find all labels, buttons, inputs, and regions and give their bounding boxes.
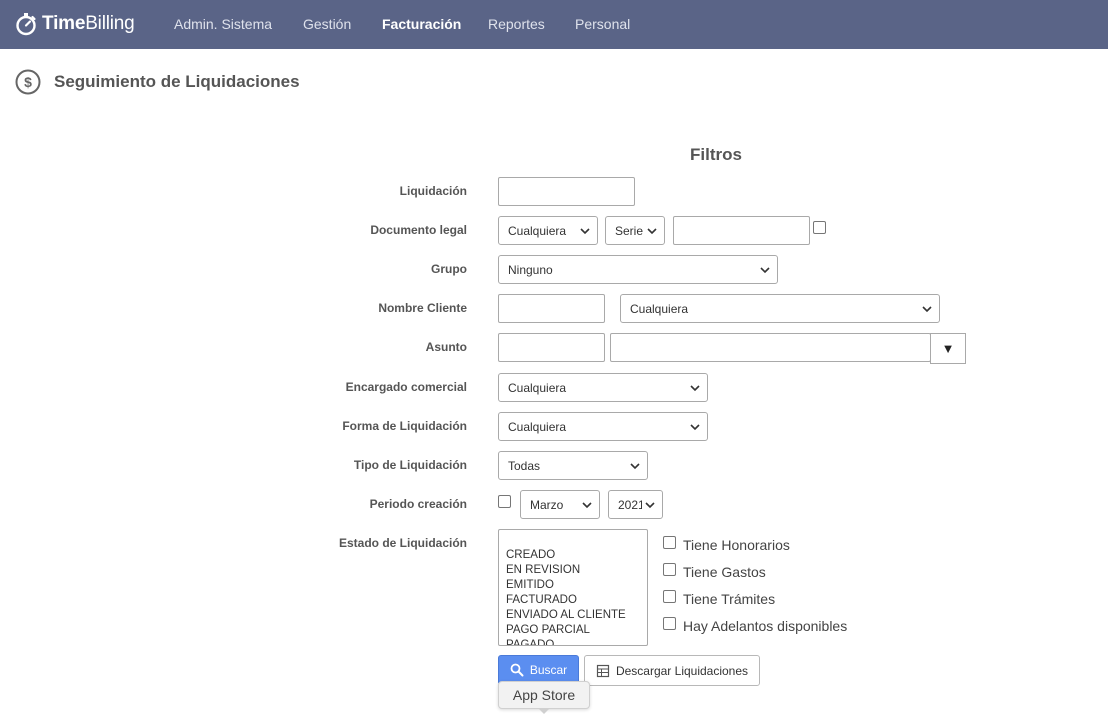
page-title: Seguimiento de Liquidaciones <box>54 72 300 91</box>
estado-liquidacion-listbox[interactable]: CREADO EN REVISION EMITIDO FACTURADO ENV… <box>498 529 648 646</box>
app-store-tooltip: App Store <box>498 681 590 709</box>
stopwatch-icon <box>16 13 36 36</box>
descargar-label: Descargar Liquidaciones <box>615 663 749 678</box>
page-header: $ Seguimiento de Liquidaciones <box>15 68 300 96</box>
encargado-comercial-value: Cualquiera <box>508 380 567 395</box>
caret-down-icon: ▼ <box>941 341 955 356</box>
periodo-anio-value: 2021 <box>618 497 642 512</box>
tipo-liquidacion-value: Todas <box>508 458 541 473</box>
listbox-option[interactable]: FACTURADO <box>506 593 647 608</box>
documento-serie-value: Serie <box>615 223 644 238</box>
chevron-down-icon <box>582 502 592 509</box>
cliente-select[interactable]: Cualquiera <box>620 294 940 323</box>
tiene-tramites-label: Tiene Trámites <box>683 591 776 607</box>
documento-serie-select[interactable]: Serie <box>605 216 665 245</box>
liquidacion-input[interactable] <box>498 177 635 206</box>
chevron-down-icon <box>690 424 700 431</box>
tiene-honorarios-checkbox[interactable] <box>663 536 676 549</box>
listbox-option[interactable]: ENVIADO AL CLIENTE <box>506 608 647 623</box>
chevron-down-icon <box>690 385 700 392</box>
asunto-dropdown-button[interactable]: ▼ <box>930 333 966 364</box>
documento-legal-label: Documento legal <box>370 223 467 237</box>
periodo-mes-value: Marzo <box>530 497 564 512</box>
hay-adelantos-checkbox[interactable] <box>663 617 676 630</box>
listbox-option[interactable]: PAGO PARCIAL <box>506 623 647 638</box>
nav-gestion[interactable]: Gestión <box>303 16 351 32</box>
encargado-comercial-select[interactable]: Cualquiera <box>498 373 708 402</box>
encargado-comercial-label: Encargado comercial <box>345 380 467 394</box>
svg-text:$: $ <box>24 74 32 90</box>
logo-text: TimeBilling <box>42 13 135 34</box>
tiene-tramites-checkbox[interactable] <box>663 590 676 603</box>
chevron-down-icon <box>922 306 932 313</box>
documento-tipo-value: Cualquiera <box>508 223 567 238</box>
tooltip-tail <box>538 708 550 714</box>
periodo-creacion-checkbox[interactable] <box>498 495 511 508</box>
spreadsheet-icon <box>596 664 610 677</box>
nav-facturacion[interactable]: Facturación <box>382 16 461 32</box>
asunto-codigo-input[interactable] <box>498 333 605 362</box>
asunto-input[interactable] <box>610 333 931 362</box>
listbox-option[interactable]: EMITIDO <box>506 578 647 593</box>
grupo-select[interactable]: Ninguno <box>498 255 778 284</box>
listbox-option[interactable]: PAGADO <box>506 638 647 645</box>
tooltip-text: App Store <box>512 687 576 703</box>
periodo-creacion-label: Periodo creación <box>369 497 467 511</box>
app-logo[interactable]: TimeBilling <box>15 11 135 37</box>
asunto-label: Asunto <box>425 340 467 354</box>
listbox-option[interactable]: EN REVISION <box>506 563 647 578</box>
chevron-down-icon <box>630 463 640 470</box>
periodo-anio-select[interactable]: 2021 <box>608 490 663 519</box>
chevron-down-icon <box>580 228 590 235</box>
nav-admin-sistema[interactable]: Admin. Sistema <box>174 16 272 32</box>
buscar-label: Buscar <box>529 663 568 677</box>
documento-checkbox[interactable] <box>813 221 826 234</box>
tipo-liquidacion-select[interactable]: Todas <box>498 451 648 480</box>
nav-reportes[interactable]: Reportes <box>488 16 545 32</box>
periodo-mes-select[interactable]: Marzo <box>520 490 600 519</box>
forma-liquidacion-value: Cualquiera <box>508 419 567 434</box>
dollar-circle-icon: $ <box>15 69 41 95</box>
chevron-down-icon <box>645 502 655 509</box>
forma-liquidacion-label: Forma de Liquidación <box>342 419 467 433</box>
chevron-down-icon <box>647 228 657 235</box>
top-navbar: TimeBilling Admin. Sistema Gestión Factu… <box>0 0 1108 49</box>
hay-adelantos-label: Hay Adelantos disponibles <box>683 618 848 634</box>
grupo-label: Grupo <box>431 262 467 276</box>
tiene-honorarios-label: Tiene Honorarios <box>683 537 790 553</box>
tiene-gastos-checkbox[interactable] <box>663 563 676 576</box>
tipo-liquidacion-label: Tipo de Liquidación <box>353 458 467 472</box>
liquidacion-label: Liquidación <box>399 184 467 198</box>
cliente-codigo-input[interactable] <box>498 294 605 323</box>
nombre-cliente-label: Nombre Cliente <box>378 301 467 315</box>
cliente-value: Cualquiera <box>630 301 689 316</box>
tiene-gastos-label: Tiene Gastos <box>683 564 766 580</box>
descargar-liquidaciones-button[interactable]: Descargar Liquidaciones <box>584 655 760 686</box>
forma-liquidacion-select[interactable]: Cualquiera <box>498 412 708 441</box>
chevron-down-icon <box>760 267 770 274</box>
grupo-value: Ninguno <box>508 262 553 277</box>
listbox-option[interactable]: CREADO <box>506 548 647 563</box>
documento-tipo-select[interactable]: Cualquiera <box>498 216 598 245</box>
nav-personal[interactable]: Personal <box>575 16 630 32</box>
documento-numero-input[interactable] <box>673 216 810 245</box>
estado-liquidacion-label: Estado de Liquidación <box>338 536 467 550</box>
search-icon <box>510 663 524 677</box>
filters-title: Filtros <box>690 145 742 164</box>
